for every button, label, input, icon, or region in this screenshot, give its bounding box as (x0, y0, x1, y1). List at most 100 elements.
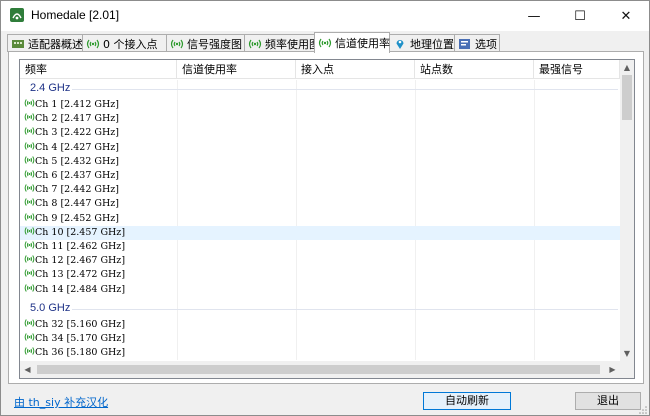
table-row[interactable]: Ch 1 [2.412 GHz] (20, 98, 620, 112)
column-header-frequency[interactable]: 频率 (20, 60, 177, 79)
tab-label: 地理位置 (410, 37, 454, 51)
tab-frequency-graph[interactable]: 频率使用图 (244, 34, 320, 52)
signal-icon (170, 39, 184, 48)
tab-adapter-overview[interactable]: 适配器概述 (7, 34, 83, 52)
frequency-cell: Ch 8 [2.447 GHz] (24, 197, 119, 211)
horizontal-scrollbar[interactable]: ◀ ▶ (20, 361, 620, 378)
signal-icon (24, 347, 35, 355)
app-icon (10, 8, 24, 22)
maximize-button[interactable]: ☐ (557, 1, 603, 31)
group-header[interactable]: 2.4 GHz (20, 81, 620, 97)
signal-icon (24, 99, 35, 107)
scroll-left-icon[interactable]: ◀ (20, 361, 35, 378)
table-row[interactable]: Ch 3 [2.422 GHz] (20, 126, 620, 140)
signal-icon (24, 127, 35, 136)
channel-list[interactable]: 频率 信道使用率 接入点 站点数 最强信号 2.4 GHz Ch 1 [2.412… (19, 59, 635, 379)
group-divider (72, 89, 618, 90)
table-row[interactable]: Ch 5 [2.432 GHz] (20, 155, 620, 169)
table-row[interactable]: Ch 7 [2.442 GHz] (20, 183, 620, 197)
signal-icon (24, 156, 35, 164)
tab-access-points[interactable]: 0 个接入点 (82, 34, 167, 52)
network-adapter-icon (12, 39, 24, 48)
signal-icon (24, 269, 35, 278)
table-row[interactable]: Ch 8 [2.447 GHz] (20, 197, 620, 211)
resize-grip-icon[interactable] (638, 405, 648, 415)
tab-label: 信号强度图 (187, 37, 242, 51)
column-header-strongest-signal[interactable]: 最强信号 (534, 60, 620, 79)
auto-refresh-button[interactable]: 自动刷新 (423, 392, 511, 410)
minimize-button[interactable]: — (511, 1, 557, 31)
group-divider (72, 308, 618, 310)
scroll-right-icon[interactable]: ▶ (605, 361, 620, 378)
frequency-cell: Ch 5 [2.432 GHz] (24, 155, 119, 169)
vertical-scroll-thumb[interactable] (622, 75, 632, 120)
frequency-cell: Ch 34 [5.170 GHz] (24, 332, 125, 346)
scroll-down-icon[interactable]: ▼ (620, 346, 634, 361)
signal-icon (318, 38, 332, 48)
close-button[interactable]: ✕ (603, 1, 649, 31)
frequency-cell: Ch 32 [5.160 GHz] (24, 318, 125, 332)
column-header-stations[interactable]: 站点数 (415, 60, 534, 79)
table-row[interactable]: Ch 34 [5.170 GHz] (20, 332, 620, 346)
tab-options[interactable]: 选项 (454, 34, 500, 52)
translation-credit-link[interactable]: 由 th_siy 补充汉化 (14, 394, 108, 410)
table-row[interactable]: Ch 6 [2.437 GHz] (20, 169, 620, 183)
channel-label: Ch 7 [2.442 GHz] (35, 184, 119, 196)
tab-channel-usage[interactable]: 信道使用率 (314, 32, 390, 53)
channel-label: Ch 9 [2.452 GHz] (35, 212, 119, 224)
channel-label: Ch 3 [2.422 GHz] (35, 127, 119, 139)
channel-usage-panel: 频率 信道使用率 接入点 站点数 最强信号 2.4 GHz Ch 1 [2.412… (8, 51, 644, 384)
signal-icon (24, 333, 35, 341)
table-row[interactable]: Ch 9 [2.452 GHz] (20, 212, 620, 226)
table-row[interactable]: Ch 12 [2.467 GHz] (20, 254, 620, 268)
table-row[interactable]: Ch 14 [2.484 GHz] (20, 283, 620, 297)
tab-label: 0 个接入点 (103, 37, 158, 51)
app-window: Homedale [2.01] — ☐ ✕ 适配器概述 0 个接入点 信号强度图… (0, 0, 650, 416)
signal-icon (24, 212, 35, 221)
frequency-cell: Ch 10 [2.457 GHz] (24, 226, 125, 240)
channel-label: Ch 12 [2.467 GHz] (35, 255, 126, 267)
channel-label: Ch 36 [5.180 GHz] (35, 347, 126, 359)
table-row[interactable]: Ch 4 [2.427 GHz] (20, 141, 620, 155)
frequency-cell: Ch 9 [2.452 GHz] (24, 212, 119, 226)
list-header: 频率 信道使用率 接入点 站点数 最强信号 (20, 60, 620, 79)
table-row[interactable]: Ch 32 [5.160 GHz] (20, 318, 620, 332)
frequency-cell: Ch 2 [2.417 GHz] (24, 112, 119, 126)
table-row[interactable]: Ch 11 [2.462 GHz] (20, 240, 620, 254)
group-header[interactable]: 5.0 GHz (20, 301, 620, 317)
tab-strip: 适配器概述 0 个接入点 信号强度图 频率使用图 信道使用率 地理位置 选项 (7, 32, 647, 53)
frequency-cell: Ch 12 [2.467 GHz] (24, 254, 125, 268)
signal-icon (24, 113, 35, 121)
signal-icon (24, 170, 35, 178)
options-icon (459, 38, 470, 49)
table-row[interactable]: Ch 2 [2.417 GHz] (20, 112, 620, 126)
exit-button[interactable]: 退出 (575, 392, 641, 410)
vertical-scrollbar[interactable]: ▲ ▼ (620, 60, 634, 361)
table-row[interactable]: Ch 10 [2.457 GHz] (20, 225, 620, 240)
title-bar[interactable]: Homedale [2.01] — ☐ ✕ (1, 1, 649, 31)
scroll-up-icon[interactable]: ▲ (620, 60, 634, 75)
table-row[interactable]: Ch 13 [2.472 GHz] (20, 268, 620, 282)
frequency-cell: Ch 11 [2.462 GHz] (24, 240, 125, 254)
frequency-cell: Ch 1 [2.412 GHz] (24, 98, 119, 112)
column-header-channel-usage[interactable]: 信道使用率 (177, 60, 296, 79)
signal-icon (24, 319, 35, 327)
frequency-cell: Ch 6 [2.437 GHz] (24, 169, 119, 183)
signal-icon (24, 141, 35, 150)
column-header-access-points[interactable]: 接入点 (296, 60, 415, 79)
signal-icon (24, 283, 35, 292)
signal-icon (86, 39, 100, 48)
channel-label: Ch 13 [2.472 GHz] (35, 269, 126, 281)
horizontal-scroll-thumb[interactable] (37, 365, 600, 374)
channel-label: Ch 8 [2.447 GHz] (35, 198, 119, 210)
tab-geo-location[interactable]: 地理位置 (389, 34, 455, 52)
signal-icon (24, 198, 35, 207)
channel-label: Ch 6 [2.437 GHz] (35, 170, 119, 181)
frequency-cell: Ch 14 [2.484 GHz] (24, 283, 125, 297)
signal-icon (24, 241, 35, 249)
channel-label: Ch 2 [2.417 GHz] (35, 113, 119, 125)
tab-signal-graph[interactable]: 信号强度图 (166, 34, 245, 52)
channel-label: Ch 11 [2.462 GHz] (35, 241, 126, 252)
table-row[interactable]: Ch 36 [5.180 GHz] (20, 346, 620, 360)
list-body: 2.4 GHz Ch 1 [2.412 GHz] Ch 2 [2.417 GHz] C… (20, 80, 620, 360)
